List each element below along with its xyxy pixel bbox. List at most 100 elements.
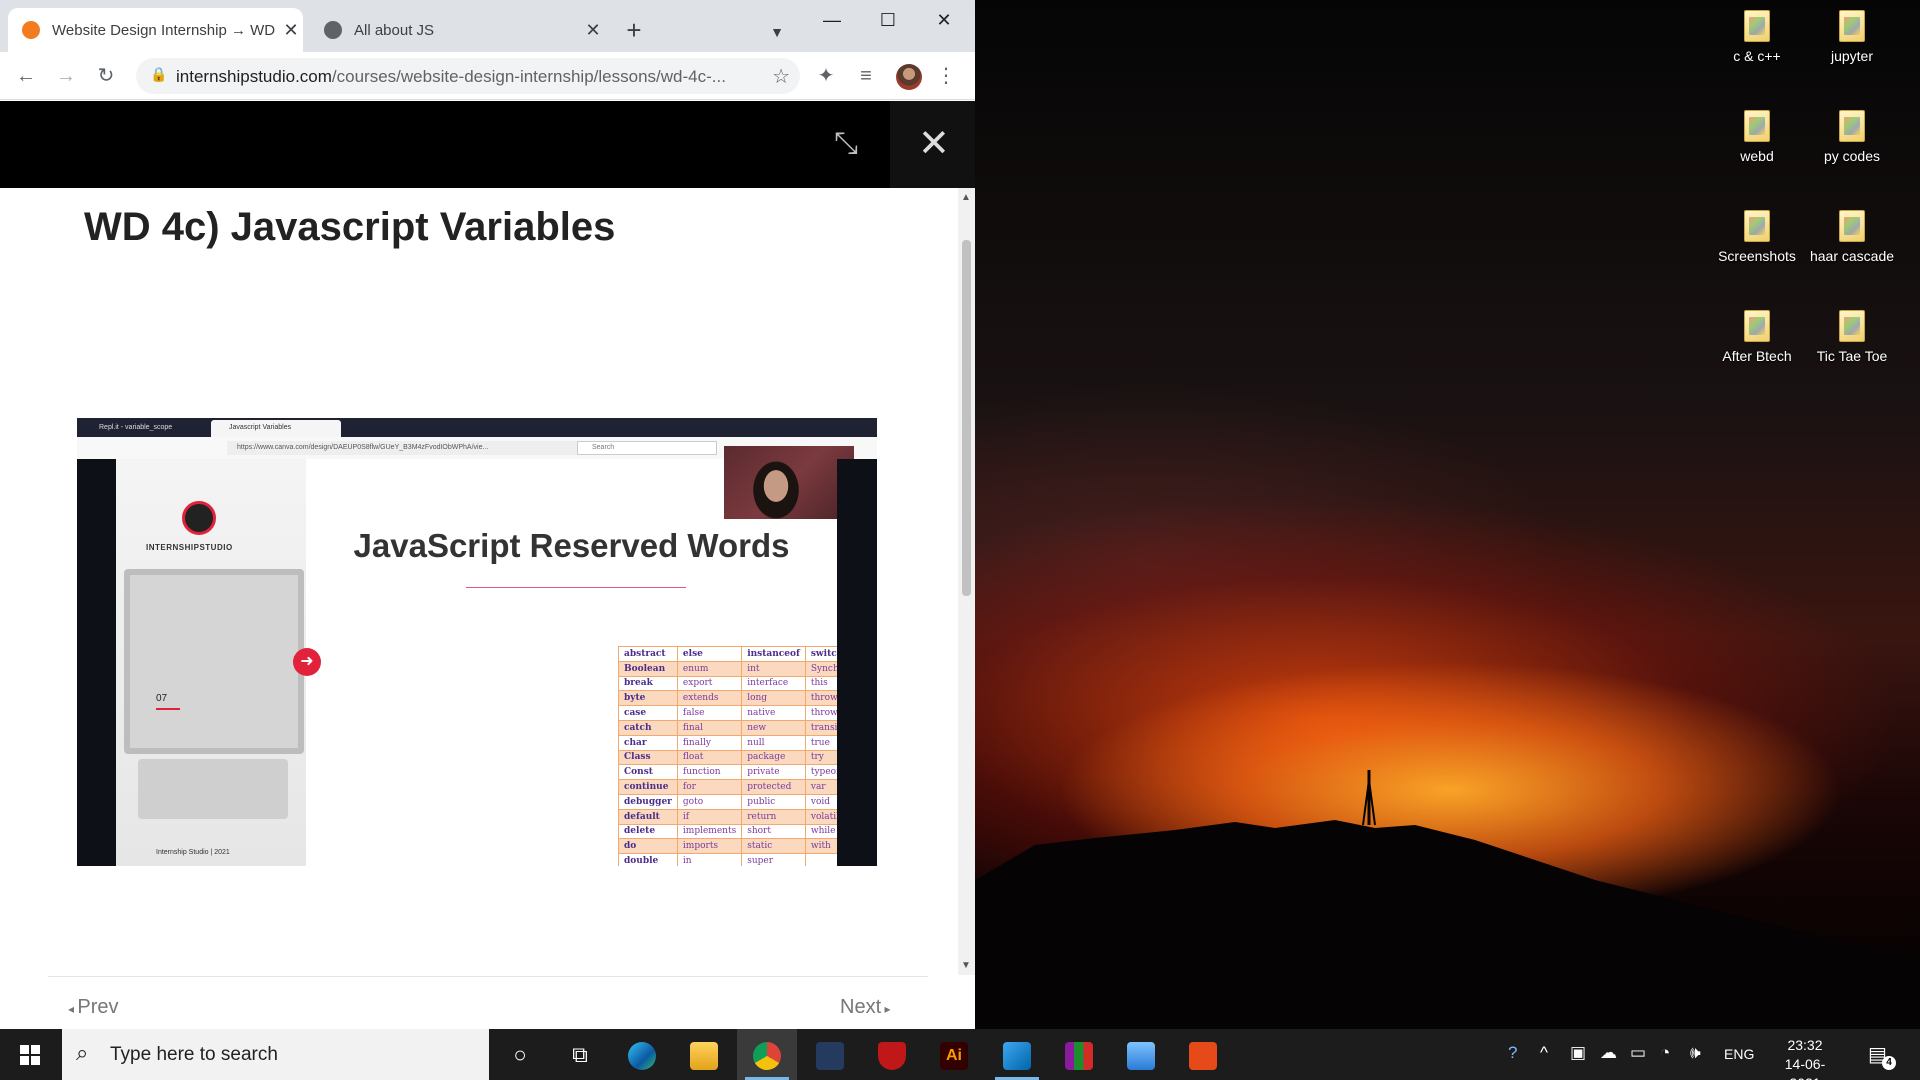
media-queue-icon[interactable]: ≡ (852, 62, 880, 90)
tab-all-about-js[interactable]: All about JS ✕ (310, 8, 605, 52)
desktop-icon-haar-cascade[interactable]: haar cascade (1804, 210, 1900, 264)
folder-icon (1839, 10, 1865, 42)
tab-website-design-internship[interactable]: Website Design Internship → WD ✕ (8, 8, 303, 52)
desktop-icon-tic-tac-toe[interactable]: Tic Tae Toe (1804, 310, 1900, 364)
reserved-word-cell: continue (618, 779, 678, 795)
show-hidden-icons-chevron-icon[interactable]: ^ (1540, 1043, 1548, 1063)
close-window-icon[interactable]: ✕ (916, 0, 972, 40)
maximize-icon[interactable]: ☐ (860, 0, 916, 40)
exit-fullscreen-icon[interactable]: ⤡ (834, 127, 858, 161)
reserved-word-cell: interface (741, 675, 806, 692)
search-placeholder: Type here to search (110, 1044, 278, 1065)
desktop-icon-webd[interactable]: webd (1709, 110, 1805, 164)
reserved-word-cell: do (618, 838, 678, 855)
reserved-word-cell: Boolean (618, 660, 678, 677)
slide-number: 07 (156, 693, 168, 704)
video-tab-replit: Repl.it - variable_scope (99, 424, 173, 431)
minimize-icon[interactable]: — (804, 0, 860, 40)
desktop-icon-label: webd (1740, 148, 1774, 164)
scrollbar-thumb[interactable] (962, 240, 971, 596)
webcam-presenter-image (724, 446, 854, 519)
scroll-down-icon[interactable]: ▼ (961, 960, 971, 971)
volume-icon[interactable]: 🕪 (1690, 1043, 1701, 1063)
desktop-icon-label: After Btech (1722, 348, 1792, 364)
language-indicator[interactable]: ENG (1724, 1046, 1754, 1062)
start-button[interactable] (0, 1029, 60, 1080)
desktop-icon-screenshots[interactable]: Screenshots (1709, 210, 1805, 264)
hill-silhouette (975, 770, 1920, 1029)
reserved-word-cell: for (676, 779, 743, 795)
caret-right-icon: ▸ (881, 1002, 891, 1016)
reserved-word-cell: final (676, 719, 743, 736)
tab-close-icon[interactable]: ✕ (581, 20, 605, 41)
video-browser-tabs: Repl.it - variable_scope Javascript Vari… (77, 418, 877, 437)
reserved-word-cell: null (741, 734, 806, 751)
reload-icon[interactable]: ↻ (92, 62, 120, 90)
tab-search-icon[interactable]: ▼ (763, 18, 791, 46)
notification-center-icon[interactable]: ▤ 4 (1868, 1042, 1896, 1070)
next-label: Next (840, 996, 882, 1018)
desktop-icon-c-cpp[interactable]: c & c++ (1709, 10, 1805, 64)
wifi-icon[interactable]: ◔ (1660, 1043, 1670, 1063)
mcafee-icon[interactable] (862, 1029, 922, 1080)
battery-icon[interactable]: ▭ (1630, 1043, 1646, 1063)
lesson-video[interactable]: Repl.it - variable_scope Javascript Vari… (77, 418, 877, 866)
menu-kebab-icon[interactable]: ⋮ (932, 62, 960, 90)
desktop-icon-py-codes[interactable]: py codes (1804, 110, 1900, 164)
task-view-icon[interactable]: ⧉ (550, 1029, 610, 1080)
edge-icon[interactable] (612, 1029, 672, 1080)
close-lesson-button[interactable]: ✕ (890, 101, 975, 188)
internshipstudio-logo-icon (182, 501, 216, 535)
powershell-icon[interactable] (800, 1029, 860, 1080)
onedrive-cloud-icon[interactable]: ☁ (1600, 1043, 1617, 1063)
url-text[interactable]: internshipstudio.com/courses/website-des… (176, 67, 756, 87)
taskbar-clock[interactable]: 23:32 14-06-2021 (1770, 1036, 1840, 1080)
desktop-icon-label: haar cascade (1809, 248, 1895, 264)
lesson-title: WD 4c) Javascript Variables (84, 205, 616, 249)
meet-now-icon[interactable]: ▣ (1570, 1043, 1586, 1063)
lock-icon: 🔒 (150, 66, 168, 82)
desktop-icon-jupyter[interactable]: jupyter (1804, 10, 1900, 64)
windows-logo-icon (20, 1045, 29, 1054)
reserved-word-cell: imports (676, 838, 743, 855)
next-lesson-link[interactable]: Next ▸ (840, 996, 890, 1019)
windows-logo-pane (31, 1045, 40, 1054)
prev-lesson-link[interactable]: ◂ Prev (68, 996, 118, 1019)
vscode-glyph (1003, 1042, 1031, 1071)
notification-count: 4 (1882, 1056, 1896, 1070)
chrome-glyph (753, 1042, 781, 1071)
slide-title-rule (466, 587, 686, 588)
reserved-word-cell: abstract (618, 646, 678, 662)
bookmark-star-icon[interactable]: ☆ (772, 64, 790, 89)
address-bar[interactable]: 🔒 internshipstudio.com/courses/website-d… (136, 58, 800, 94)
taskbar-search-box[interactable]: ⌕ Type here to search (62, 1029, 489, 1080)
tab-close-icon[interactable]: ✕ (279, 20, 303, 41)
desktop-icon-label: Screenshots (1718, 248, 1796, 264)
video-url: https://www.canva.com/design/DAEUP0S8flw… (227, 441, 587, 455)
desktop-icon-after-btech[interactable]: After Btech (1709, 310, 1805, 364)
forward-icon[interactable]: → (52, 62, 80, 90)
cortana-icon[interactable]: ○ (490, 1029, 550, 1080)
page-scrollbar[interactable]: ▲ ▼ (958, 188, 975, 975)
winrar-icon[interactable] (1049, 1029, 1109, 1080)
url-host: internshipstudio.com (176, 67, 332, 86)
vscode-icon[interactable] (987, 1029, 1047, 1080)
extensions-puzzle-icon[interactable]: ✦ (812, 62, 840, 90)
reserved-word-cell: char (618, 734, 678, 751)
laptop-app-icon[interactable] (1111, 1029, 1171, 1080)
reserved-word-cell: package (741, 749, 806, 766)
reserved-word-cell: enum (676, 660, 743, 677)
profile-avatar[interactable] (896, 64, 922, 90)
illustrator-icon[interactable]: Ai (924, 1029, 984, 1080)
pager-divider (48, 976, 928, 977)
scroll-up-icon[interactable]: ▲ (961, 192, 971, 203)
help-badge-icon[interactable]: ? (1508, 1043, 1517, 1063)
office-icon[interactable] (1173, 1029, 1233, 1080)
reserved-word-cell: byte (618, 690, 678, 707)
reserved-word-cell: goto (676, 793, 743, 810)
chrome-icon[interactable] (737, 1029, 797, 1080)
back-icon[interactable]: ← (12, 62, 40, 90)
slide-title: JavaScript Reserved Words (353, 527, 790, 564)
new-tab-button[interactable]: + (620, 16, 648, 44)
file-explorer-icon[interactable] (674, 1029, 734, 1080)
